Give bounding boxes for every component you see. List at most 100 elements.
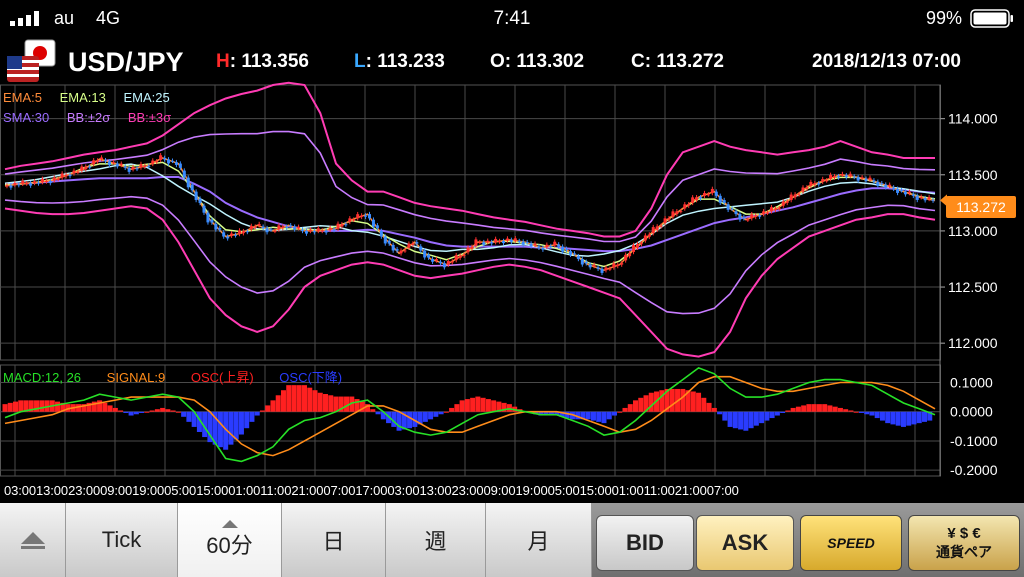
candle-body — [356, 214, 360, 219]
osc-bar — [869, 411, 875, 416]
candle-body — [210, 219, 214, 223]
candle-body — [576, 256, 580, 259]
candle-body — [647, 234, 651, 237]
candle-body — [584, 261, 588, 264]
osc-bar — [238, 411, 244, 435]
tab-tick[interactable]: Tick — [66, 503, 178, 577]
candle-body — [407, 243, 411, 248]
candle-body — [186, 177, 190, 188]
candle-body — [612, 263, 616, 268]
candle-body — [616, 264, 620, 266]
tab-month[interactable]: 月 — [486, 503, 592, 577]
candle-body — [632, 245, 636, 252]
tab-day[interactable]: 日 — [282, 503, 386, 577]
candle-body — [308, 229, 312, 231]
candle-body — [265, 228, 269, 233]
candle-body — [107, 161, 111, 166]
osc-bar — [769, 411, 775, 419]
candle-body — [679, 211, 683, 213]
osc-bar — [611, 411, 617, 416]
currency-exchange-icon: ¥ $ € — [947, 524, 981, 542]
candle-body — [537, 246, 541, 248]
candle-body — [178, 163, 182, 168]
osc-bar — [128, 411, 134, 416]
candle-body — [667, 218, 671, 220]
candle-body — [257, 224, 261, 226]
osc-bar — [154, 409, 160, 412]
currency-pair-button[interactable]: ¥ $ € 通貨ペア — [908, 515, 1020, 571]
candle-body — [332, 229, 336, 231]
candle-body — [639, 243, 643, 245]
candle-body — [403, 250, 407, 252]
osc-bar — [590, 411, 596, 421]
candle-body — [836, 176, 840, 178]
candle-body — [442, 263, 446, 268]
time-axis: 03:0013:0023:0009:0019:0005:0015:0001:00… — [4, 483, 739, 498]
candle-body — [123, 166, 127, 168]
expand-toggle-button[interactable] — [0, 503, 66, 577]
bid-button[interactable]: BID — [596, 515, 694, 571]
osc-bar — [228, 411, 234, 445]
candle-body — [56, 178, 60, 180]
candle-body — [202, 205, 206, 213]
osc-bar — [732, 411, 738, 429]
osc-bar — [906, 411, 912, 426]
candle-body — [872, 180, 876, 182]
candle-body — [911, 194, 915, 196]
legend-macd: MACD:12, 26 — [3, 370, 82, 385]
bottom-toolbar: Tick 60分 日 週 月 BID ASK SPEED ¥ $ € 通貨ペア — [0, 503, 1024, 577]
candle-body — [281, 226, 285, 229]
speed-order-button[interactable]: SPEED — [800, 515, 902, 571]
candle-body — [297, 226, 301, 229]
candle-body — [399, 250, 403, 254]
candle-body — [245, 231, 249, 233]
osc-bar — [102, 402, 108, 412]
tab-week[interactable]: 週 — [386, 503, 486, 577]
osc-bar — [743, 411, 749, 431]
price-tick-label: 112.500 — [948, 279, 998, 295]
price-legend-row1: EMA:5 EMA:13 EMA:25 — [3, 90, 170, 105]
osc-bar — [485, 399, 491, 412]
candle-body — [659, 225, 663, 227]
osc-bar — [123, 411, 129, 414]
osc-bar — [790, 407, 796, 412]
candle-body — [915, 195, 919, 200]
candle-body — [206, 212, 210, 223]
candle-body — [379, 230, 383, 237]
osc-bar — [18, 400, 24, 412]
candle-body — [620, 263, 624, 265]
candle-body — [876, 181, 880, 186]
candle-body — [478, 242, 482, 244]
candle-body — [691, 197, 695, 203]
osc-bar — [186, 411, 192, 422]
osc-bar — [774, 411, 780, 416]
osc-bar — [816, 404, 822, 412]
candle-body — [900, 190, 904, 192]
osc-bar — [270, 400, 276, 412]
candle-body — [821, 179, 825, 182]
legend-osc-down: OSC(下降) — [279, 370, 343, 385]
speed-label: SPEED — [827, 535, 875, 551]
candle-body — [368, 214, 372, 219]
candle-body — [293, 226, 297, 230]
candle-body — [194, 191, 198, 200]
osc-bar — [175, 411, 181, 413]
ask-button[interactable]: ASK — [696, 515, 794, 571]
candle-body — [722, 200, 726, 203]
candle-body — [269, 229, 273, 231]
osc-bar — [633, 400, 639, 412]
candle-body — [541, 247, 545, 250]
candle-body — [517, 241, 521, 243]
candle-body — [746, 219, 750, 221]
legend-bb3: BB:±3σ — [127, 110, 172, 125]
candle-body — [423, 250, 427, 258]
chart-area[interactable]: 114.000 113.500 113.000 112.500 112.000 0.100… — [0, 0, 1024, 503]
osc-bar — [160, 407, 166, 412]
candle-body — [813, 183, 817, 185]
tab-60min[interactable]: 60分 — [178, 503, 282, 577]
price-tick-label: 114.000 — [948, 111, 998, 127]
osc-bar — [706, 402, 712, 412]
candle-body — [214, 223, 218, 230]
candle-body — [580, 258, 584, 265]
osc-bar — [617, 411, 623, 413]
